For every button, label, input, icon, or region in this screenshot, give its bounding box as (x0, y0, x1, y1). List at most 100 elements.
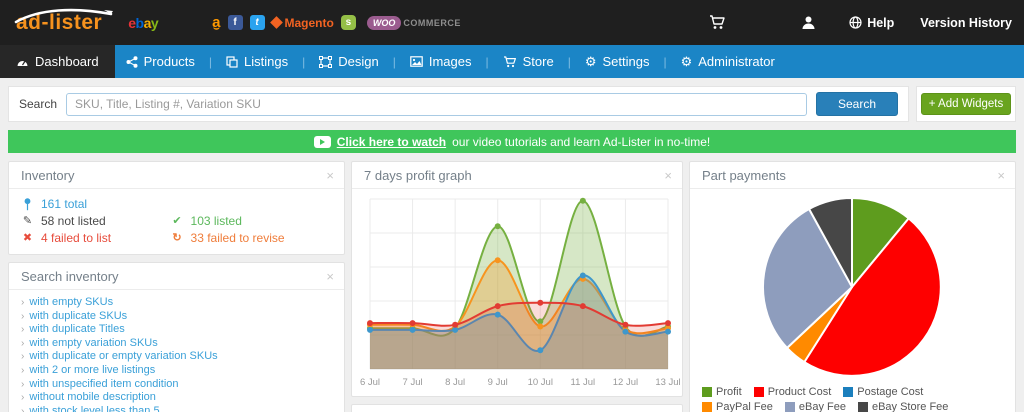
search-inventory-link[interactable]: with duplicate or empty variation SKUs (29, 350, 217, 362)
nav-item-listings[interactable]: Listings (215, 45, 299, 78)
search-inventory-link[interactable]: with unspecified item condition (29, 378, 178, 390)
search-inventory-row: ›with empty variation SKUs (21, 337, 332, 351)
search-inventory-row: › with duplicate or empty variation SKUs (21, 350, 332, 364)
nav-item-design[interactable]: Design (308, 45, 389, 78)
search-label: Search (19, 97, 57, 111)
add-widgets-panel: + Add Widgets (916, 86, 1016, 122)
nav-item-products[interactable]: Products (115, 45, 206, 78)
inventory-stat-label: 33 failed to revise (191, 230, 285, 246)
svg-text:7 Jul: 7 Jul (403, 377, 423, 388)
check-icon: ✔ (171, 216, 184, 227)
search-inventory-link[interactable]: with duplicate Titles (29, 323, 124, 335)
svg-text:12 Jul: 12 Jul (613, 377, 638, 388)
svg-text:10 Jul: 10 Jul (528, 377, 553, 388)
amazon-icon[interactable]: a (212, 17, 220, 29)
legend-label: eBay Store Fee (872, 401, 948, 412)
inventory-stat[interactable]: ✖4 failed to list (21, 230, 171, 246)
dashboard-widgets: Inventory × 161 total✎58 not listed✔103 … (0, 161, 1024, 412)
nav-item-label: Administrator (698, 54, 775, 69)
search-inventory-row: › without mobile description (21, 391, 332, 405)
search-input[interactable] (66, 93, 807, 116)
search-inventory-link[interactable]: with stock level less than 5 (29, 405, 159, 412)
search-inventory-link[interactable]: with empty SKUs (29, 296, 113, 308)
banner-link[interactable]: Click here to watch (337, 135, 446, 149)
search-inventory-link[interactable]: with 2 or more live listings (29, 364, 155, 376)
nav-separator: | (299, 45, 308, 78)
inventory-stat[interactable]: ✎58 not listed (21, 213, 171, 229)
tutorial-banner[interactable]: Click here to watch our video tutorials … (8, 130, 1016, 153)
nav-item-label: Store (523, 54, 554, 69)
nav-separator: | (482, 45, 491, 78)
twitter-icon[interactable]: t (250, 15, 265, 30)
chevron-right-icon: › (21, 351, 24, 362)
legend-label: Profit (716, 386, 742, 398)
svg-text:6 Jul: 6 Jul (360, 377, 380, 388)
legend-item[interactable]: PayPal Fee (702, 401, 773, 412)
inventory-widget-title: Inventory (21, 168, 74, 183)
add-widgets-button[interactable]: + Add Widgets (921, 93, 1011, 115)
nav-item-dashboard[interactable]: Dashboard (0, 45, 115, 78)
part-payments-widget-title: Part payments (702, 168, 786, 183)
close-widget-icon[interactable]: × (997, 169, 1005, 182)
nav-item-images[interactable]: Images (399, 45, 483, 78)
close-widget-icon[interactable]: × (326, 270, 334, 283)
chevron-right-icon: › (21, 392, 24, 403)
nav-separator: | (660, 45, 669, 78)
legend-item[interactable]: eBay Fee (785, 401, 846, 412)
nav-item-settings[interactable]: ⚙Settings (574, 45, 661, 78)
legend-label: Postage Cost (857, 386, 923, 398)
woocommerce-logo[interactable]: WOO COMMERCE (367, 16, 461, 30)
inventory-widget: Inventory × 161 total✎58 not listed✔103 … (8, 161, 345, 255)
legend-swatch (843, 387, 853, 397)
legend-label: PayPal Fee (716, 401, 773, 412)
chevron-right-icon: › (21, 324, 24, 335)
inventory-stat[interactable]: 161 total (21, 196, 171, 212)
images-icon (410, 56, 423, 67)
magento-icon (270, 16, 283, 29)
inventory-stat-label: 161 total (41, 196, 87, 212)
legend-item[interactable]: Postage Cost (843, 386, 923, 398)
main-nav: DashboardProducts|Listings|Design|Images… (0, 45, 1024, 78)
profit-graph-widget-title: 7 days profit graph (364, 168, 472, 183)
search-inventory-links: ›with empty SKUs›with duplicate SKUs›wit… (9, 290, 344, 412)
inventory-stats: 161 total✎58 not listed✔103 listed✖4 fai… (9, 189, 344, 254)
ebay-logo[interactable]: ebay (128, 15, 158, 31)
search-inventory-row: ›with stock level less than 5 (21, 405, 332, 412)
x-icon: ✖ (21, 233, 34, 244)
magento-logo[interactable]: Magento (272, 16, 334, 30)
nav-separator: | (206, 45, 215, 78)
search-row: Search Search + Add Widgets (8, 86, 1016, 122)
facebook-icon[interactable]: f (228, 15, 243, 30)
legend-item[interactable]: Product Cost (754, 386, 832, 398)
user-icon[interactable] (802, 16, 815, 30)
search-inventory-link[interactable]: without mobile description (29, 391, 156, 403)
svg-text:11 Jul: 11 Jul (571, 377, 596, 388)
cart-icon[interactable] (709, 15, 726, 30)
legend-item[interactable]: eBay Store Fee (858, 401, 948, 412)
nav-item-administrator[interactable]: ⚙Administrator (670, 45, 786, 78)
nav-item-store[interactable]: Store (492, 45, 565, 78)
ad-lister-logo[interactable]: ad-lister (16, 11, 102, 35)
woo-badge: WOO (367, 16, 402, 30)
version-history-button[interactable]: Version History (920, 16, 1012, 30)
search-inventory-link[interactable]: with duplicate SKUs (29, 310, 127, 322)
search-inventory-row: ›with unspecified item condition (21, 378, 332, 392)
top-bar: ad-lister ebay a f t Magento s WOO COMME… (0, 0, 1024, 45)
search-button[interactable]: Search (816, 92, 898, 116)
help-button[interactable]: Help (849, 16, 894, 30)
shopify-icon[interactable]: s (341, 15, 356, 30)
settings-icon: ⚙ (585, 55, 597, 68)
legend-swatch (785, 402, 795, 412)
part-payments-widget: Part payments × Profit Product Cost Postag… (689, 161, 1016, 412)
search-inventory-link[interactable]: with empty variation SKUs (29, 337, 157, 349)
nav-item-label: Design (338, 54, 378, 69)
close-widget-icon[interactable]: × (664, 169, 672, 182)
inventory-stat[interactable]: ✔103 listed (171, 213, 332, 229)
inventory-stat[interactable]: ↻33 failed to revise (171, 230, 332, 246)
nav-item-label: Dashboard (35, 54, 99, 69)
svg-text:9 Jul: 9 Jul (488, 377, 508, 388)
topbar-right: Help Version History (709, 15, 1024, 30)
legend-item[interactable]: Profit (702, 386, 742, 398)
close-widget-icon[interactable]: × (326, 169, 334, 182)
legend-swatch (702, 402, 712, 412)
